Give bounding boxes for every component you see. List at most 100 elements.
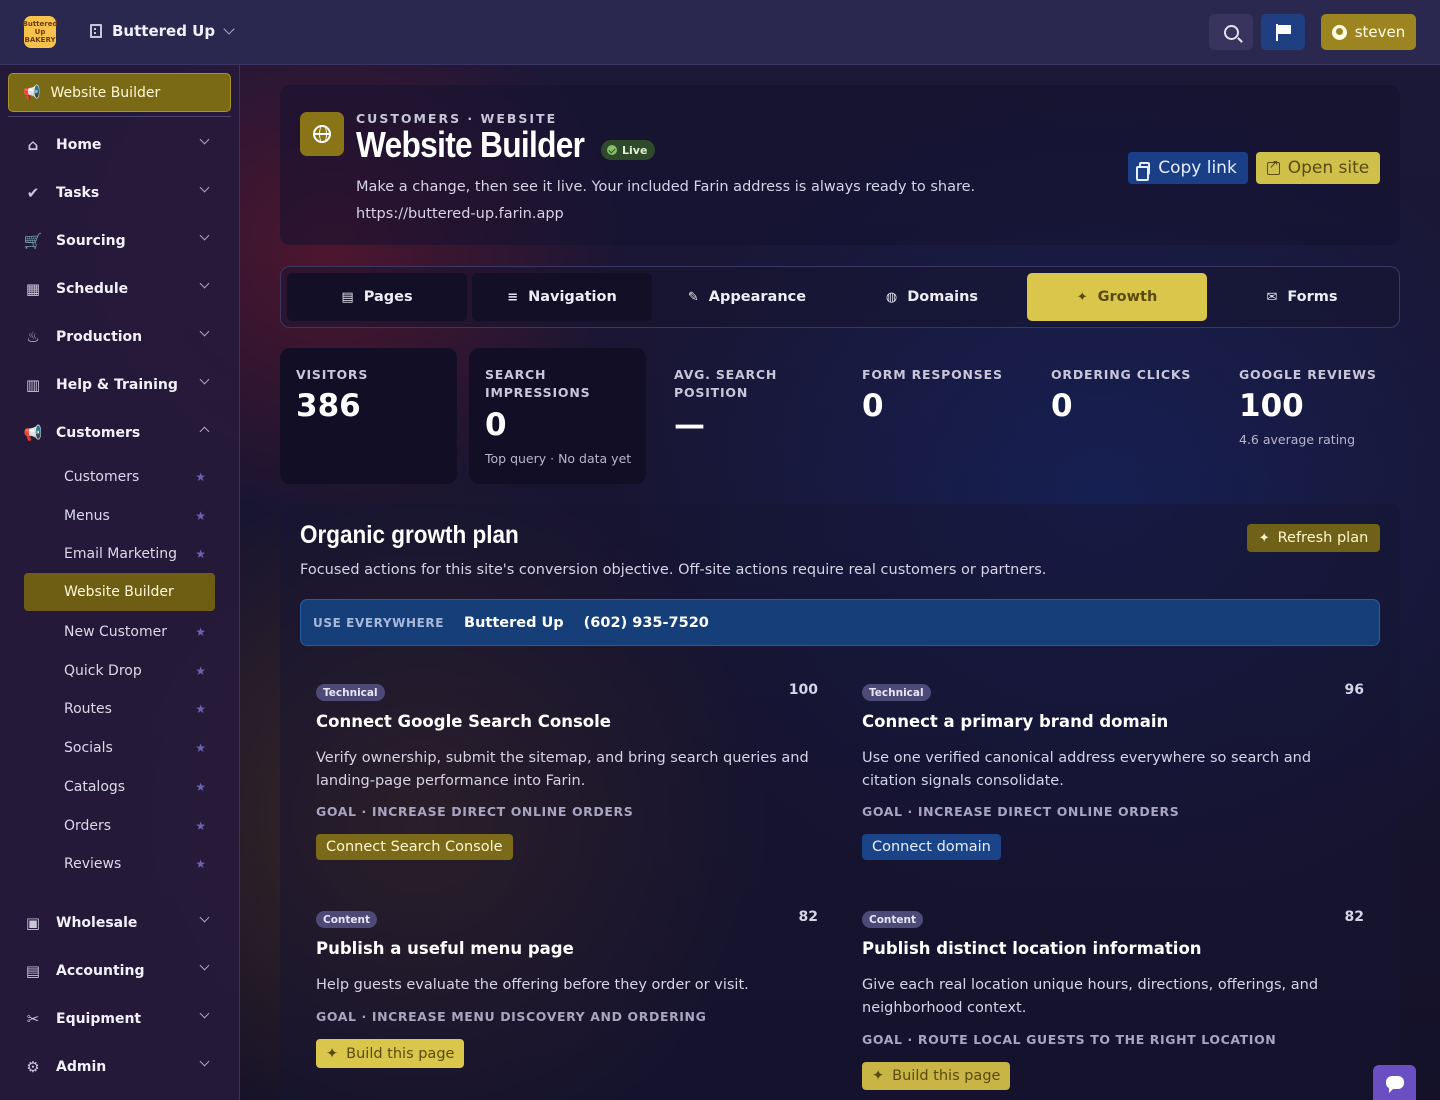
status-badge-label: Live: [622, 143, 648, 157]
star-icon[interactable]: ★: [195, 625, 206, 639]
chevron-down-icon: [199, 1008, 210, 1019]
sidebar-item-label: Home: [56, 137, 102, 153]
sidebar-item-home[interactable]: ⌂ Home: [24, 131, 216, 159]
stat-value: 0: [485, 407, 507, 443]
stat-visitors: VISITORS 386: [280, 348, 457, 484]
star-icon[interactable]: ★: [195, 664, 206, 678]
open-site-button[interactable]: Open site: [1256, 152, 1380, 184]
sidebar-subitem-new-customer[interactable]: New Customer ★: [24, 613, 215, 651]
sidebar-item-label: Accounting: [56, 963, 145, 979]
tab-navigation[interactable]: ≡ Navigation: [472, 273, 652, 321]
connect-domain-button[interactable]: Connect domain: [862, 834, 1001, 860]
sidebar-subitem-orders[interactable]: Orders ★: [24, 807, 215, 845]
open-site-label: Open site: [1287, 158, 1370, 178]
tab-pages[interactable]: ▤ Pages: [287, 273, 467, 321]
org-switcher[interactable]: Buttered Up: [90, 22, 235, 40]
sidebar-item-customers[interactable]: 📢 Customers: [24, 419, 216, 447]
section-description: Focused actions for this site's conversi…: [300, 562, 1047, 578]
recommendation-goal: GOAL · INCREASE DIRECT ONLINE ORDERS: [316, 804, 634, 819]
priority-score: 100: [788, 682, 818, 698]
sidebar-item-production[interactable]: ♨ Production: [24, 323, 216, 351]
star-icon[interactable]: ★: [195, 741, 206, 755]
sidebar-subitem-label: Website Builder: [64, 584, 174, 600]
sidebar-subitem-customers[interactable]: Customers ★: [24, 458, 215, 496]
sidebar-subitem-label: Reviews: [64, 856, 122, 872]
sidebar-subitem-routes[interactable]: Routes ★: [24, 690, 215, 728]
copy-link-button[interactable]: Copy link: [1128, 152, 1248, 184]
category-badge: Content: [862, 911, 924, 928]
sidebar-subitem-quick-drop[interactable]: Quick Drop ★: [24, 652, 215, 690]
stat-subtext: Top query · No data yet: [485, 451, 632, 466]
megaphone-icon: 📢: [23, 424, 43, 442]
recommendation-title: Publish a useful menu page: [316, 939, 574, 958]
sidebar-item-admin[interactable]: ⚙ Admin: [24, 1053, 216, 1081]
priority-score: 82: [798, 909, 818, 925]
connect-search-console-button[interactable]: Connect Search Console: [316, 834, 513, 860]
chevron-down-icon: [199, 278, 210, 289]
star-icon[interactable]: ★: [195, 702, 206, 716]
status-badge: Live: [601, 140, 656, 160]
sidebar-subitem-label: New Customer: [64, 624, 167, 640]
star-icon[interactable]: ★: [195, 547, 206, 561]
chat-button[interactable]: [1373, 1065, 1416, 1100]
sidebar-item-accounting[interactable]: ▤ Accounting: [24, 957, 216, 985]
sidebar-subitem-menus[interactable]: Menus ★: [24, 497, 215, 535]
sidebar-subitem-catalogs[interactable]: Catalogs ★: [24, 768, 215, 806]
tab-forms[interactable]: ✉ Forms: [1212, 273, 1392, 321]
sidebar-item-tasks[interactable]: ✔ Tasks: [24, 179, 216, 207]
recommendation-goal: GOAL · INCREASE MENU DISCOVERY AND ORDER…: [316, 1009, 707, 1024]
sidebar-item-schedule[interactable]: ▦ Schedule: [24, 275, 216, 303]
sidebar-subitem-label: Quick Drop: [64, 663, 142, 679]
sidebar-subitem-website-builder[interactable]: Website Builder: [24, 573, 215, 611]
sidebar-item-wholesale[interactable]: ▣ Wholesale: [24, 909, 216, 937]
recommendation-card: Content 82 Publish distinct location inf…: [846, 909, 1380, 1091]
star-icon[interactable]: ★: [195, 819, 206, 833]
user-name: steven: [1354, 23, 1406, 41]
sidebar-item-label: Admin: [56, 1059, 107, 1075]
search-button[interactable]: [1209, 14, 1253, 50]
use-everywhere-bar: USE EVERYWHERE Buttered Up (602) 935-752…: [300, 599, 1380, 646]
stat-google-reviews: GOOGLE REVIEWS 100 4.6 average rating: [1223, 348, 1400, 484]
tab-growth[interactable]: ✦ Growth: [1027, 273, 1207, 321]
refresh-plan-label: Refresh plan: [1277, 530, 1369, 546]
sidebar-item-equipment[interactable]: ✂ Equipment: [24, 1005, 216, 1033]
sidebar-subitem-reviews[interactable]: Reviews ★: [24, 845, 215, 883]
brand-logo[interactable]: Buttered Up BAKERY: [23, 16, 58, 48]
priority-score: 96: [1344, 682, 1364, 698]
money-icon: ▣: [25, 914, 41, 932]
stat-label: GOOGLE REVIEWS: [1239, 367, 1377, 382]
sidebar-item-sourcing[interactable]: 🛒 Sourcing: [24, 227, 216, 255]
recommendation-title: Connect a primary brand domain: [862, 712, 1169, 731]
sidebar-subitem-label: Customers: [64, 469, 140, 485]
button-label: Build this page: [892, 1068, 1001, 1084]
sidebar: 📢 Website Builder ⌂ Home ✔ Tasks 🛒 Sourc…: [0, 65, 240, 1100]
build-page-button[interactable]: ✦ Build this page: [316, 1039, 465, 1068]
sidebar-subitem-label: Socials: [64, 740, 113, 756]
refresh-plan-button[interactable]: ✦ Refresh plan: [1247, 524, 1380, 552]
section-title: Organic growth plan: [300, 521, 519, 549]
user-menu-button[interactable]: steven: [1321, 14, 1416, 50]
stat-value: 386: [296, 388, 361, 424]
sidebar-item-help-training[interactable]: ▥ Help & Training: [24, 371, 216, 399]
sidebar-current-section[interactable]: 📢 Website Builder: [8, 73, 231, 112]
stat-ordering-clicks: ORDERING CLICKS 0: [1035, 348, 1212, 484]
tab-label: Forms: [1287, 289, 1338, 305]
star-icon[interactable]: ★: [195, 857, 206, 871]
envelope-icon: ✉: [1266, 289, 1278, 305]
tab-appearance[interactable]: ✎ Appearance: [657, 273, 837, 321]
sidebar-subitem-socials[interactable]: Socials ★: [24, 729, 215, 767]
build-page-button[interactable]: ✦ Build this page: [862, 1062, 1011, 1090]
check-icon: [607, 145, 617, 155]
flag-button[interactable]: [1261, 14, 1305, 50]
star-icon[interactable]: ★: [195, 470, 206, 484]
site-url: https://buttered-up.farin.app: [356, 206, 564, 222]
star-icon[interactable]: ★: [195, 509, 206, 523]
tab-label: Navigation: [528, 289, 617, 305]
sidebar-subitem-email-marketing[interactable]: Email Marketing ★: [24, 535, 215, 573]
tab-domains[interactable]: ◍ Domains: [842, 273, 1022, 321]
copy-icon: [1136, 161, 1151, 181]
recommendation-description: Verify ownership, submit the sitemap, an…: [316, 750, 809, 789]
category-badge: Content: [316, 911, 378, 928]
book-icon: ▥: [25, 376, 41, 394]
star-icon[interactable]: ★: [195, 780, 206, 794]
